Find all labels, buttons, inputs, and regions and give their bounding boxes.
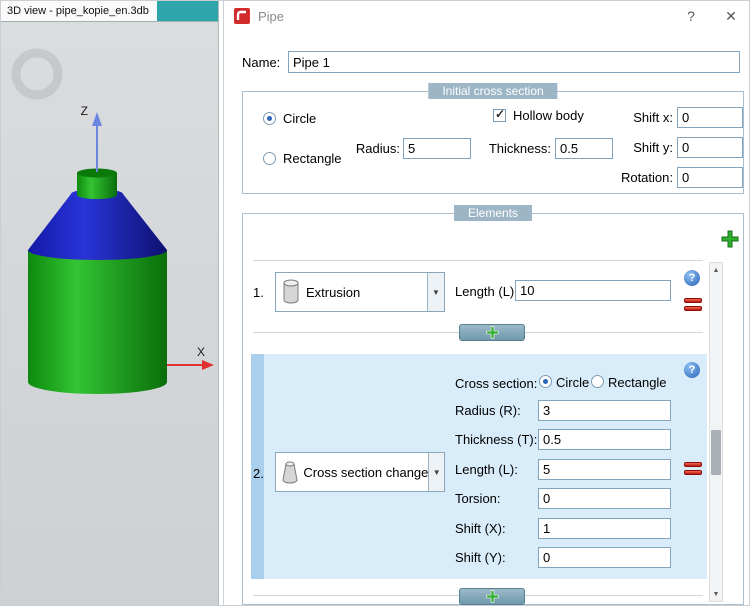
elements-group: Elements 1. Extrusion ▼ Length (L): 10 ?… [242, 205, 744, 605]
pipe-top-cylinder-shape [77, 168, 117, 199]
3d-view-titlebar: 3D view - pipe_kopie_en.3db [1, 1, 218, 22]
element-2-rectangle-label: Rectangle [608, 375, 667, 390]
scroll-down-button[interactable]: ▼ [710, 587, 722, 601]
shift-x-input[interactable] [677, 107, 743, 128]
check-icon: ✓ [495, 107, 506, 121]
element-2-torsion-label: Torsion: [455, 491, 501, 506]
initial-cross-section-group: Initial cross section Circle Rectangle R… [242, 83, 744, 194]
titlebar-accent [157, 1, 218, 21]
element-2-thickness-input[interactable] [538, 429, 671, 450]
element-2-type-value: Cross section change [303, 464, 429, 480]
initial-circle-label: Circle [283, 111, 317, 126]
plus-icon [485, 326, 499, 339]
dialog-title: Pipe [258, 9, 285, 24]
element-2-remove-button[interactable] [684, 462, 702, 475]
element-2-cross-section-label: Cross section: [455, 376, 538, 391]
app-window: 3D view - pipe_kopie_en.3db Z X Pipe ? ✕… [0, 0, 750, 606]
dropdown-arrow-icon[interactable]: ▼ [427, 273, 444, 311]
hollow-body-checkbox[interactable]: ✓ [493, 107, 506, 122]
initial-circle-radio[interactable] [263, 112, 276, 125]
element-2-radius-input[interactable] [538, 400, 671, 421]
pipe-icon [234, 8, 250, 24]
element-2-circle-label: Circle [556, 375, 590, 390]
element-1-help-icon[interactable]: ? [684, 270, 700, 286]
x-axis: X [167, 345, 214, 370]
x-axis-label: X [197, 345, 205, 359]
separator [253, 260, 703, 261]
name-input[interactable] [288, 51, 740, 73]
z-axis-label: Z [81, 104, 88, 118]
element-2-type-dropdown[interactable]: Cross section change ▼ [275, 452, 445, 492]
hollow-body-label: Hollow body [513, 108, 584, 123]
elements-title: Elements [453, 205, 533, 221]
rotation-label: Rotation: [620, 170, 673, 185]
element-2-shift-y-label: Shift (Y): [455, 550, 506, 565]
pipe-dialog: Pipe ? ✕ Name: Initial cross section Cir… [223, 1, 749, 605]
name-label: Name: [242, 55, 281, 70]
initial-cross-section-title: Initial cross section [428, 83, 558, 99]
shift-y-label: Shift y: [633, 140, 673, 155]
z-axis: Z [81, 104, 102, 172]
element-2-thickness-label: Thickness (T): [455, 432, 538, 447]
3d-viewport[interactable]: Z X [1, 22, 218, 605]
initial-rectangle-radio[interactable] [263, 152, 276, 165]
element-2-torsion-input[interactable] [538, 488, 671, 509]
element-2-length-label: Length (L): [455, 462, 518, 477]
element-2-circle-radio[interactable] [539, 375, 552, 388]
dropdown-arrow-icon[interactable]: ▼ [428, 453, 444, 491]
scroll-up-button[interactable]: ▲ [710, 263, 722, 277]
3d-scene: Z X [11, 48, 214, 394]
plus-icon [485, 590, 499, 603]
thickness-label: Thickness: [488, 141, 551, 156]
element-1-length-input[interactable] [515, 280, 671, 301]
radius-label: Radius: [355, 141, 400, 156]
dialog-close-button[interactable]: ✕ [722, 8, 740, 25]
scroll-thumb[interactable] [711, 430, 721, 475]
radius-input[interactable] [403, 138, 471, 159]
element-1-type-dropdown[interactable]: Extrusion ▼ [275, 272, 445, 312]
pipe-cone-shape [28, 189, 167, 260]
element-1-length-label: Length (L): [455, 284, 518, 299]
elements-scrollbar[interactable]: ▲ ▼ [709, 262, 723, 602]
element-2-shift-y-input[interactable] [538, 547, 671, 568]
cylinder-icon [276, 279, 306, 305]
element-2-index: 2. [253, 466, 264, 481]
insert-element-button[interactable] [459, 324, 525, 341]
pipe-cylinder-shape [28, 250, 167, 394]
element-2-radius-label: Radius (R): [455, 403, 521, 418]
initial-rectangle-label: Rectangle [283, 151, 342, 166]
element-1-index: 1. [253, 285, 264, 300]
element-2-help-icon[interactable]: ? [684, 362, 700, 378]
element-2-length-input[interactable] [538, 459, 671, 480]
3d-view-title: 3D view - pipe_kopie_en.3db [1, 1, 157, 21]
append-element-button[interactable] [459, 588, 525, 605]
element-1-remove-button[interactable] [684, 298, 702, 311]
cone-icon [276, 459, 303, 485]
element-2-shift-x-input[interactable] [538, 518, 671, 539]
refresh-watermark-icon [11, 48, 63, 100]
dialog-help-button[interactable]: ? [682, 8, 700, 24]
element-2-shift-x-label: Shift (X): [455, 521, 506, 536]
3d-view-panel: 3D view - pipe_kopie_en.3db Z X [1, 1, 219, 605]
rotation-input[interactable] [677, 167, 743, 188]
element-2-rectangle-radio[interactable] [591, 375, 604, 388]
shift-y-input[interactable] [677, 137, 743, 158]
element-1-type-value: Extrusion [306, 284, 361, 300]
add-element-button[interactable] [721, 230, 739, 253]
shift-x-label: Shift x: [633, 110, 673, 125]
